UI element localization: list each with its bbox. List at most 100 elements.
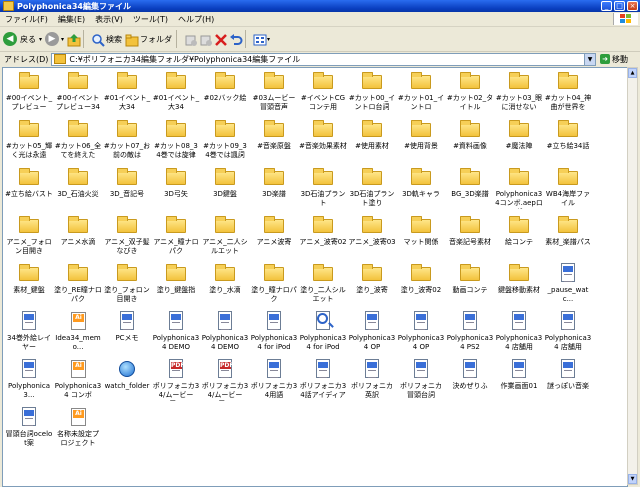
folder-item[interactable]: マット関係 [397, 214, 445, 247]
maximize-button[interactable]: □ [614, 1, 625, 11]
vertical-scrollbar[interactable]: ▲ ▼ [627, 67, 638, 485]
chevron-down-icon[interactable]: ▾ [267, 36, 270, 43]
folder-item[interactable]: 3D鍵盤 [201, 166, 249, 199]
forward-button[interactable]: ▶ ▾ [45, 29, 64, 49]
folder-item[interactable]: 音楽記号素材 [446, 214, 494, 247]
folder-item[interactable]: 3D弓矢 [152, 166, 200, 199]
file-item[interactable]: PDF ポリフォニカ34/ムービー用... [152, 358, 200, 401]
file-item[interactable]: watch_folder [103, 358, 151, 391]
folder-item[interactable]: 動画コンテ [446, 262, 494, 295]
folder-item[interactable]: 塗り_水滴 [201, 262, 249, 295]
move-to-button[interactable] [184, 29, 198, 49]
file-item[interactable]: Polyphonica34 OP [397, 310, 445, 352]
folder-item[interactable]: アニメ_波寄03 [348, 214, 396, 247]
close-button[interactable]: × [627, 1, 638, 11]
file-item[interactable]: PCメモ [103, 310, 151, 343]
file-item[interactable]: Polyphonica34 for iPod [250, 310, 298, 352]
folder-item[interactable]: #カット07_お前の敵は [103, 118, 151, 160]
folder-item[interactable]: 塗り_瞳ナロパク [250, 262, 298, 304]
chevron-down-icon[interactable]: ▾ [61, 36, 64, 43]
file-item[interactable]: Polyphonica3... [5, 358, 53, 400]
file-item[interactable]: 謎っぽい音楽 [544, 358, 592, 391]
scroll-up-icon[interactable]: ▲ [628, 68, 637, 78]
folder-item[interactable]: #立ち絵バスト [5, 166, 53, 199]
menu-tools[interactable]: ツール(T) [128, 14, 173, 25]
file-item[interactable]: ポリフォニカ英訳 [348, 358, 396, 400]
delete-button[interactable] [214, 29, 227, 49]
menu-view[interactable]: 表示(V) [90, 14, 128, 25]
minimize-button[interactable]: _ [601, 1, 612, 11]
go-button[interactable]: ➜ 移動 [600, 54, 640, 65]
folder-item[interactable]: #03ムービー冒頭音声 [250, 70, 298, 112]
folder-item[interactable]: #カット08_34巻では旋律 [152, 118, 200, 160]
folder-item[interactable]: 素材_鍵盤 [5, 262, 53, 295]
file-item[interactable]: 決めぜりふ [446, 358, 494, 391]
file-item[interactable]: 作業画面01 [495, 358, 543, 391]
folder-item[interactable]: 3D_音記号 [103, 166, 151, 199]
search-button[interactable]: 検索 [91, 29, 122, 49]
folder-item[interactable]: 塗り_RE瞳ナロパク [54, 262, 102, 304]
folder-item[interactable]: #カット06_全てを終えた [54, 118, 102, 160]
folder-item[interactable]: アニメ波寄 [250, 214, 298, 247]
folder-item[interactable]: 塗り_波寄 [348, 262, 396, 295]
folder-item[interactable]: #カット04_神曲が世界を [544, 70, 592, 112]
address-input[interactable]: C:¥ポリフォニカ34編集フォルダ¥Polyphonica34編集ファイル ▼ [51, 52, 596, 66]
folder-item[interactable]: 3D楽譜 [250, 166, 298, 199]
folder-item[interactable]: #使用背景 [397, 118, 445, 151]
file-item[interactable]: Polyphonica34 for iPod [299, 310, 347, 352]
file-item[interactable]: ポリフォニカ34話アイディアメモ [299, 358, 347, 401]
folder-item[interactable]: #音楽原盤 [250, 118, 298, 151]
menu-file[interactable]: ファイル(F) [0, 14, 53, 25]
menu-help[interactable]: ヘルプ(H) [173, 14, 219, 25]
file-item[interactable]: Ai 名称未設定プロジェクトの... [54, 406, 102, 449]
folder-item[interactable]: 3D軌キャラ [397, 166, 445, 199]
folder-item[interactable]: アニメ水滴 [54, 214, 102, 247]
file-item[interactable]: ポリフォニカ冒頭台詞 [397, 358, 445, 400]
scroll-down-icon[interactable]: ▼ [628, 474, 637, 484]
folder-item[interactable]: 鍵盤移動素材 [495, 262, 543, 295]
chevron-down-icon[interactable]: ▾ [39, 36, 42, 43]
folder-item[interactable]: #カット05_輝く光は永遠 [5, 118, 53, 160]
folder-item[interactable]: アニメ_フォロン目開き [5, 214, 53, 256]
folder-item[interactable]: BG_3D楽譜 [446, 166, 494, 199]
folder-item[interactable]: #00イベント_プレビュー [5, 70, 53, 112]
folder-item[interactable]: 塗り_フォロン目開き [103, 262, 151, 304]
folder-item[interactable]: アニメ_二人シルエット [201, 214, 249, 256]
file-item[interactable]: 34巻外絵レイヤー [5, 310, 53, 352]
folder-item[interactable]: アニメ_双子髪なびき [103, 214, 151, 256]
file-item[interactable]: Polyphonica34 店舗用 [544, 310, 592, 352]
folder-item[interactable]: #音楽効果素材 [299, 118, 347, 151]
folder-item[interactable]: アニメ_瞳ナロパク [152, 214, 200, 256]
folder-item[interactable]: 3D石油プラント塗り [348, 166, 396, 208]
file-item[interactable]: Ai Idea34_memo... [54, 310, 102, 352]
folder-item[interactable]: WB4海岸ファイル [544, 166, 592, 208]
file-item[interactable]: Ai Polyphonica34 コンボ [54, 358, 102, 400]
folder-item[interactable]: 塗り_鍵盤指 [152, 262, 200, 295]
folder-item[interactable]: #カット00_イントロ台詞 [348, 70, 396, 112]
file-item[interactable]: ポリフォニカ34用語 [250, 358, 298, 400]
folder-item[interactable]: #カット03_眼に消せない [495, 70, 543, 112]
folder-item[interactable]: Polyphonica34コンボ.aepログ [495, 166, 543, 209]
file-item[interactable]: Polyphonica34 店舗用 [495, 310, 543, 352]
folder-item[interactable]: #魔法陣 [495, 118, 543, 151]
file-item[interactable]: Polyphonica34 DEMO [201, 310, 249, 352]
folder-item[interactable]: #使用素材 [348, 118, 396, 151]
file-item[interactable]: PDF ポリフォニカ34/ムービー用... [201, 358, 249, 401]
folder-item[interactable]: 3D_石油火災 [54, 166, 102, 199]
folder-item[interactable]: #00イベントプレビュー34 [54, 70, 102, 112]
folders-button[interactable]: フォルダ [125, 29, 172, 49]
folder-item[interactable]: #01イベント_大34 [152, 70, 200, 112]
folder-item[interactable]: #カット01_イントロ [397, 70, 445, 112]
file-item[interactable]: Polyphonica34 PS2 [446, 310, 494, 352]
folder-item[interactable]: #資料画像 [446, 118, 494, 151]
back-button[interactable]: ◀ 戻る ▾ [3, 29, 42, 49]
menu-edit[interactable]: 編集(E) [53, 14, 90, 25]
folder-item[interactable]: #カット09_34巻では諷詞 [201, 118, 249, 160]
folder-item[interactable]: 3D石油プラント [299, 166, 347, 208]
file-item[interactable]: Polyphonica34 DEMO [152, 310, 200, 352]
file-item[interactable]: 冒頭台詞ocelot案 [5, 406, 53, 448]
folder-item[interactable]: #カット02_タイトル [446, 70, 494, 112]
folder-item[interactable]: 素材_楽譜パス [544, 214, 592, 247]
copy-to-button[interactable] [199, 29, 213, 49]
file-item[interactable]: Polyphonica34 OP [348, 310, 396, 352]
